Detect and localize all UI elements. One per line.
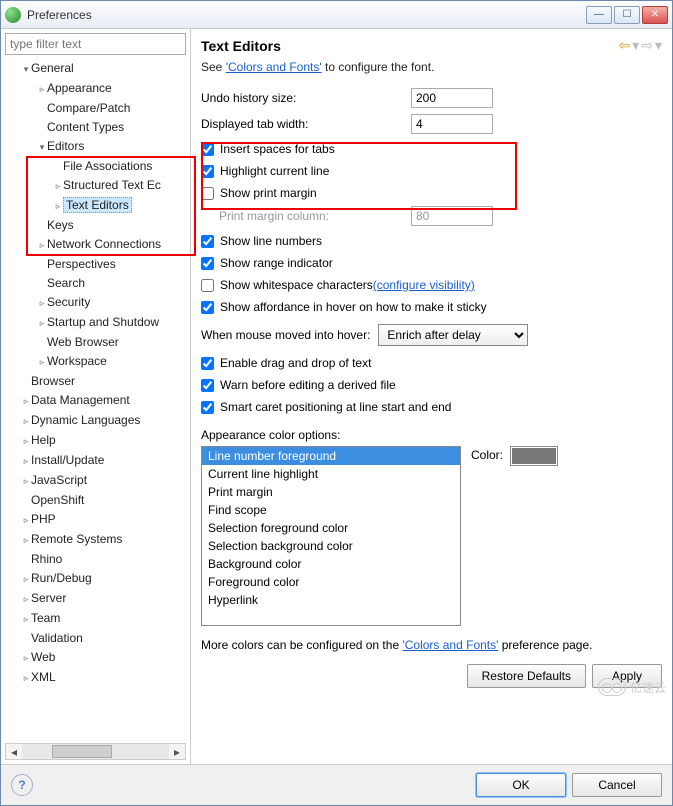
affordance-checkbox[interactable] bbox=[201, 301, 214, 314]
tree-javascript[interactable]: ▹JavaScript bbox=[19, 471, 186, 491]
scroll-right-icon[interactable]: ▸ bbox=[169, 745, 185, 759]
tree-server[interactable]: ▹Server bbox=[19, 589, 186, 609]
color-options-label: Appearance color options: bbox=[201, 428, 662, 442]
apply-button[interactable]: Apply bbox=[592, 664, 662, 688]
tabwidth-input[interactable] bbox=[411, 114, 493, 134]
printmargin-checkbox[interactable] bbox=[201, 187, 214, 200]
highlight-checkbox[interactable] bbox=[201, 165, 214, 178]
tree-keys[interactable]: Keys bbox=[35, 216, 184, 235]
app-icon bbox=[5, 7, 21, 23]
tree-security[interactable]: ▹Security bbox=[35, 293, 184, 313]
sidebar: ▾General ▹Appearance Compare/Patch Conte… bbox=[1, 29, 191, 764]
tree-compare[interactable]: Compare/Patch bbox=[35, 99, 184, 118]
forward-icon[interactable]: ⇨ bbox=[641, 37, 653, 54]
hover-combo[interactable]: Enrich after delay bbox=[378, 324, 528, 346]
restore-defaults-button[interactable]: Restore Defaults bbox=[467, 664, 586, 688]
tree-network[interactable]: ▹Network Connections bbox=[35, 235, 184, 255]
footer: ? OK Cancel bbox=[1, 764, 672, 805]
sidebar-hscrollbar[interactable]: ◂ ▸ bbox=[5, 743, 186, 760]
list-item[interactable]: Print margin bbox=[202, 483, 460, 501]
ok-button[interactable]: OK bbox=[476, 773, 566, 797]
tree-php[interactable]: ▹PHP bbox=[19, 510, 186, 530]
main-panel: Text Editors ⇦▾ ⇨▾ See 'Colors and Fonts… bbox=[191, 29, 672, 764]
tree-browser[interactable]: Browser bbox=[19, 372, 186, 391]
warn-checkbox[interactable] bbox=[201, 379, 214, 392]
nav-arrows: ⇦▾ ⇨▾ bbox=[618, 37, 662, 54]
tree-search[interactable]: Search bbox=[35, 274, 184, 293]
list-item[interactable]: Hyperlink bbox=[202, 591, 460, 609]
tree-editors[interactable]: ▾Editors File Associations ▹Structured T… bbox=[35, 137, 184, 216]
whitespace-checkbox[interactable] bbox=[201, 279, 214, 292]
titlebar[interactable]: Preferences — ☐ ✕ bbox=[1, 1, 672, 29]
list-item[interactable]: Foreground color bbox=[202, 573, 460, 591]
scroll-left-icon[interactable]: ◂ bbox=[6, 745, 22, 759]
caret-checkbox[interactable] bbox=[201, 401, 214, 414]
tree-remote[interactable]: ▹Remote Systems bbox=[19, 530, 186, 550]
tree-rundebug[interactable]: ▹Run/Debug bbox=[19, 569, 186, 589]
tree-web[interactable]: ▹Web bbox=[19, 648, 186, 668]
tree-texteditors[interactable]: ▹Text Editors bbox=[51, 196, 182, 216]
scroll-thumb[interactable] bbox=[52, 745, 112, 758]
list-item[interactable]: Find scope bbox=[202, 501, 460, 519]
tree-team[interactable]: ▹Team bbox=[19, 609, 186, 629]
filter-input[interactable] bbox=[5, 33, 186, 55]
tree-appearance[interactable]: ▹Appearance bbox=[35, 79, 184, 99]
list-item[interactable]: Selection background color bbox=[202, 537, 460, 555]
close-button[interactable]: ✕ bbox=[642, 6, 668, 24]
color-button-label: Color: bbox=[471, 448, 503, 462]
list-item[interactable]: Line number foreground bbox=[202, 447, 460, 465]
hover-label: When mouse moved into hover: bbox=[201, 328, 370, 342]
colors-fonts-link[interactable]: 'Colors and Fonts' bbox=[226, 60, 322, 74]
colors-fonts-link-2[interactable]: 'Colors and Fonts' bbox=[402, 638, 498, 652]
tabwidth-label: Displayed tab width: bbox=[201, 117, 411, 131]
tree-dynlang[interactable]: ▹Dynamic Languages bbox=[19, 411, 186, 431]
back-icon[interactable]: ⇦ bbox=[618, 37, 630, 54]
maximize-button[interactable]: ☐ bbox=[614, 6, 640, 24]
nav-tree[interactable]: ▾General ▹Appearance Compare/Patch Conte… bbox=[5, 59, 186, 743]
tree-startup[interactable]: ▹Startup and Shutdow bbox=[35, 313, 184, 333]
color-swatch-button[interactable] bbox=[510, 446, 558, 466]
tree-help[interactable]: ▹Help bbox=[19, 431, 186, 451]
tree-rhino[interactable]: Rhino bbox=[19, 550, 186, 569]
tree-structured[interactable]: ▹Structured Text Ec bbox=[51, 176, 182, 196]
undo-label: Undo history size: bbox=[201, 91, 411, 105]
tree-openshift[interactable]: OpenShift bbox=[19, 491, 186, 510]
tree-fileassoc[interactable]: File Associations bbox=[51, 157, 182, 176]
dnd-checkbox[interactable] bbox=[201, 357, 214, 370]
more-colors-text: More colors can be configured on the 'Co… bbox=[201, 638, 662, 652]
tree-general[interactable]: ▾General ▹Appearance Compare/Patch Conte… bbox=[19, 59, 186, 372]
tree-validation[interactable]: Validation bbox=[19, 629, 186, 648]
preferences-window: Preferences — ☐ ✕ ▾General ▹Appearance C… bbox=[0, 0, 673, 806]
intro-text: See 'Colors and Fonts' to configure the … bbox=[201, 60, 662, 74]
linenum-checkbox[interactable] bbox=[201, 235, 214, 248]
spaces-checkbox[interactable] bbox=[201, 143, 214, 156]
tree-perspectives[interactable]: Perspectives bbox=[35, 255, 184, 274]
tree-xml[interactable]: ▹XML bbox=[19, 668, 186, 688]
cancel-button[interactable]: Cancel bbox=[572, 773, 662, 797]
list-item[interactable]: Background color bbox=[202, 555, 460, 573]
printcol-label: Print margin column: bbox=[201, 209, 411, 223]
tree-contenttypes[interactable]: Content Types bbox=[35, 118, 184, 137]
range-checkbox[interactable] bbox=[201, 257, 214, 270]
minimize-button[interactable]: — bbox=[586, 6, 612, 24]
list-item[interactable]: Current line highlight bbox=[202, 465, 460, 483]
tree-datamgmt[interactable]: ▹Data Management bbox=[19, 391, 186, 411]
printcol-input bbox=[411, 206, 493, 226]
page-title: Text Editors bbox=[201, 38, 618, 54]
undo-input[interactable] bbox=[411, 88, 493, 108]
configure-visibility-link[interactable]: (configure visibility) bbox=[373, 278, 475, 292]
tree-install[interactable]: ▹Install/Update bbox=[19, 451, 186, 471]
tree-workspace[interactable]: ▹Workspace bbox=[35, 352, 184, 372]
tree-webbrowser[interactable]: Web Browser bbox=[35, 333, 184, 352]
window-title: Preferences bbox=[27, 8, 586, 22]
help-button[interactable]: ? bbox=[11, 774, 33, 796]
list-item[interactable]: Selection foreground color bbox=[202, 519, 460, 537]
color-listbox[interactable]: Line number foreground Current line high… bbox=[201, 446, 461, 626]
